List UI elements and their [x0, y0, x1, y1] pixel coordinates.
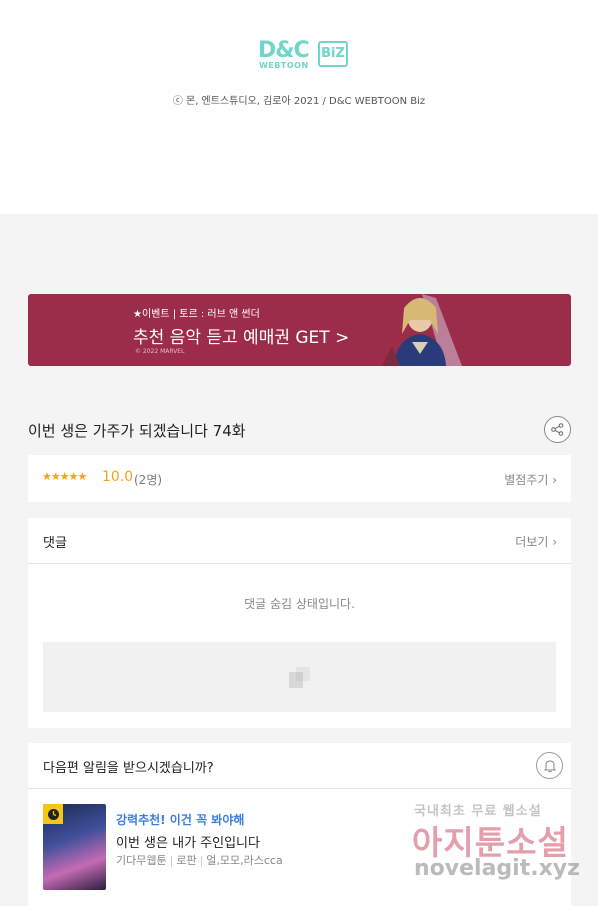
comment-card: 댓글 더보기 › 댓글 숨김 상태입니다. [28, 518, 571, 728]
share-button[interactable] [544, 416, 571, 443]
banner-headline: 추천 음악 듣고 예매권 GET > [133, 328, 350, 348]
alarm-bell-button[interactable] [536, 752, 563, 779]
rating-count: (2명) [134, 473, 163, 487]
logo-badge-text: BiZ [318, 41, 348, 67]
recommend-tag: 강력추천! 이건 꼭 봐야해 [116, 813, 245, 827]
share-icon [551, 423, 564, 436]
alarm-header: 다음편 알림을 받으시겠습니까? [28, 743, 571, 789]
recommend-genre: 기다무웹툰 [116, 854, 167, 867]
alarm-question: 다음편 알림을 받으시겠습니까? [43, 761, 214, 776]
comment-title: 댓글 [43, 536, 67, 551]
rating-stars: ★★★★★ [42, 470, 87, 483]
banner-copyright: © 2022 MARVEL [135, 348, 185, 355]
recommend-category: 로판 [176, 854, 197, 867]
dc-webtoon-biz-logo: D&C BiZ WEBTOON [258, 38, 352, 72]
rating-card: ★★★★★ 10.0 (2명) 별점주기 › [28, 455, 571, 502]
event-banner[interactable]: ★이벤트 | 토르 : 러브 앤 썬더 추천 음악 듣고 예매권 GET > ©… [28, 294, 571, 366]
recommend-authors: 얼,모모,라스cca [206, 854, 283, 867]
episode-title: 이번 생은 가주가 되겠습니다 74화 [28, 422, 246, 440]
recommend-meta: 기다무웹툰 | 로판 | 얼,모모,라스cca [116, 854, 283, 867]
ad-placeholder [43, 642, 556, 712]
logo-sub-text: WEBTOON [259, 61, 309, 70]
comment-header: 댓글 더보기 › [28, 518, 571, 564]
bell-icon [543, 759, 556, 772]
recommend-thumbnail[interactable] [43, 804, 106, 890]
banner-small-text: ★이벤트 | 토르 : 러브 앤 썬더 [133, 309, 260, 320]
clock-icon [47, 808, 59, 820]
image-placeholder-icon [289, 667, 310, 688]
watermark-bottom-text: novelagit.xyz [414, 856, 580, 881]
recommend-title[interactable]: 이번 생은 내가 주인입니다 [116, 832, 260, 851]
copyright-text: ⓒ 몬, 엔트스튜디오, 김로아 2021 / D&C WEBTOON Biz [172, 96, 426, 107]
rating-score: 10.0 [102, 469, 134, 485]
site-watermark: 국내최초 무료 웹소설 아지툰소설 novelagit.xyz [410, 798, 580, 888]
comment-hidden-message: 댓글 숨김 상태입니다. [244, 597, 355, 611]
logo-main-text: D&C [258, 38, 310, 63]
rate-button[interactable]: 별점주기 › [504, 471, 557, 488]
footer-section: D&C BiZ WEBTOON ⓒ 몬, 엔트스튜디오, 김로아 2021 / … [0, 0, 598, 214]
wait-free-badge [43, 804, 63, 824]
comment-more-button[interactable]: 더보기 › [515, 533, 557, 550]
banner-character-image [382, 294, 462, 366]
